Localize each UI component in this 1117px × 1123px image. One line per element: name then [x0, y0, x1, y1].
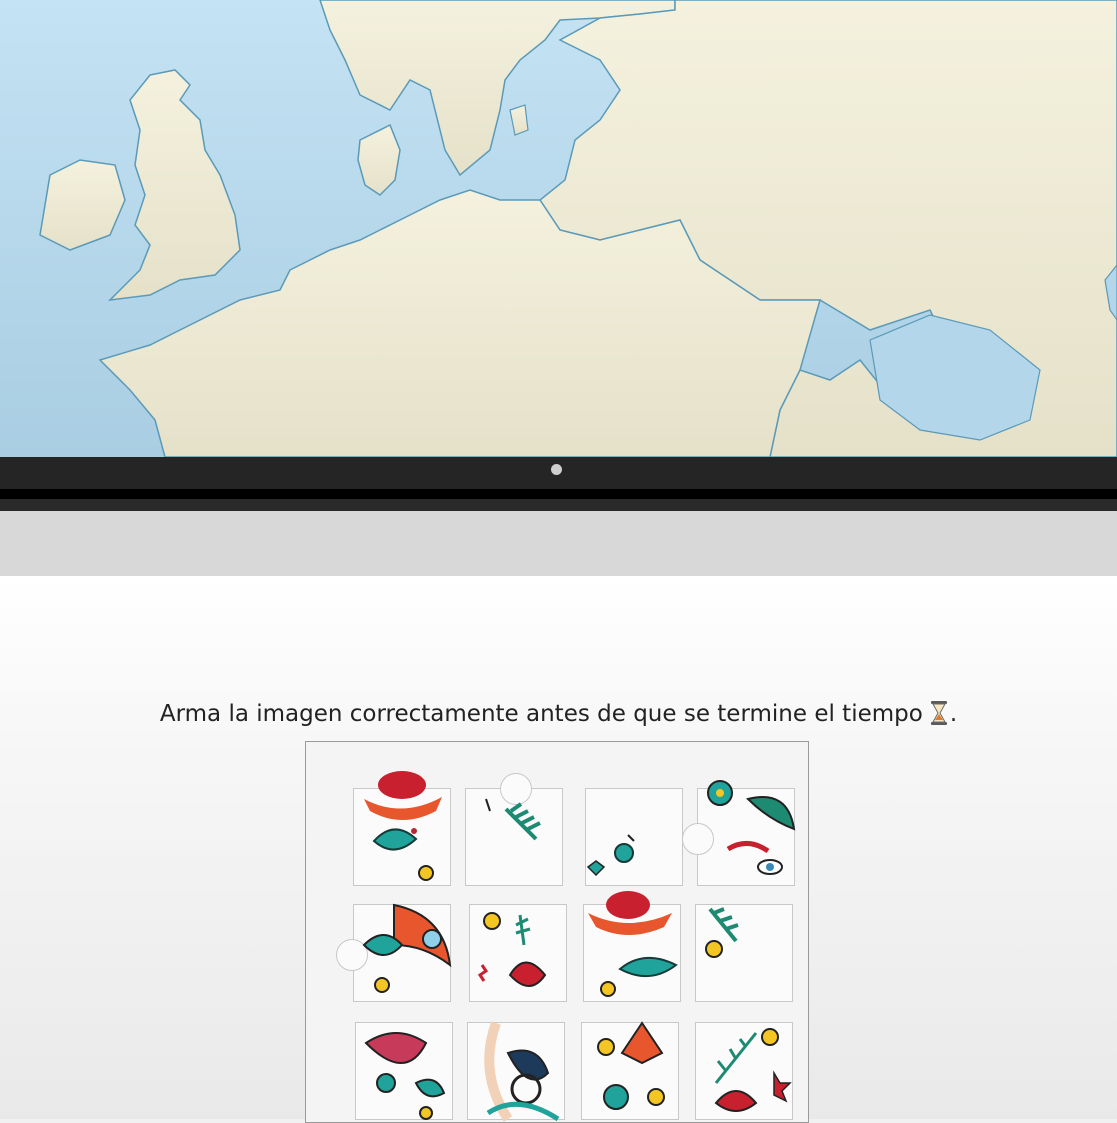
piece-artwork — [362, 903, 452, 993]
section-spacer — [0, 511, 1117, 576]
piece-artwork — [485, 798, 541, 841]
map-banner — [0, 0, 1117, 457]
puzzle-piece[interactable] — [467, 1021, 565, 1122]
piece-artwork — [707, 780, 796, 875]
instruction-suffix: . — [949, 701, 958, 727]
hourglass-icon — [930, 701, 947, 725]
puzzle-piece[interactable] — [585, 788, 683, 886]
puzzle-board[interactable] — [305, 741, 809, 1123]
piece-artwork — [477, 912, 547, 987]
carousel-indicator-bar — [0, 457, 1117, 489]
game-instruction: Arma la imagen correctamente antes de qu… — [0, 700, 1117, 727]
piece-artwork — [364, 1032, 446, 1120]
puzzle-piece[interactable] — [695, 1022, 793, 1120]
europe-map-image — [0, 0, 1117, 457]
divider — [0, 499, 1117, 511]
piece-artwork — [705, 907, 739, 958]
puzzle-piece[interactable] — [353, 771, 451, 886]
piece-artwork — [586, 834, 635, 877]
piece-artwork — [364, 771, 442, 881]
puzzle-piece[interactable] — [682, 780, 796, 886]
piece-artwork — [714, 1028, 792, 1112]
puzzle-piece[interactable] — [336, 903, 452, 1002]
puzzle-piece[interactable] — [355, 1022, 453, 1120]
piece-artwork — [588, 891, 678, 997]
puzzle-piece[interactable] — [583, 891, 681, 1002]
carousel-dot-1[interactable] — [551, 464, 562, 475]
piece-artwork — [597, 1021, 665, 1110]
puzzle-piece[interactable] — [469, 904, 567, 1002]
piece-artwork — [484, 1021, 560, 1122]
instruction-text: Arma la imagen correctamente antes de qu… — [159, 701, 923, 727]
divider — [0, 489, 1117, 499]
puzzle-piece[interactable] — [695, 904, 793, 1002]
puzzle-piece[interactable] — [465, 773, 563, 886]
puzzle-piece[interactable] — [581, 1021, 679, 1120]
